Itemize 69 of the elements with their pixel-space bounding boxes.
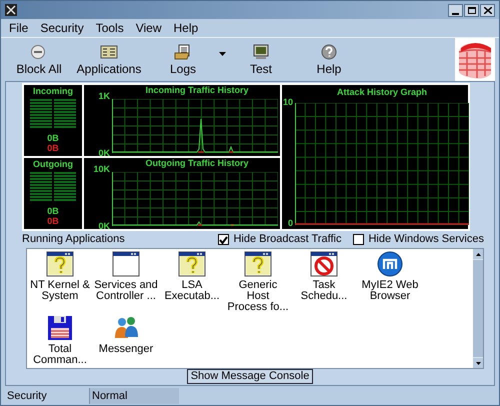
window-icon <box>112 251 140 277</box>
maximize-button[interactable] <box>464 4 479 16</box>
checkbox[interactable] <box>218 234 230 245</box>
status-label: Security <box>7 388 48 404</box>
caret-icon <box>219 52 226 56</box>
app-item[interactable]: MyIE2 Web Browser <box>357 251 423 313</box>
people-icon <box>112 315 140 341</box>
question-window-icon <box>244 251 272 277</box>
help-icon <box>320 44 338 60</box>
firewall-logo <box>455 38 495 82</box>
monitor-icon <box>252 44 270 60</box>
app-item[interactable]: Total Comman... <box>27 315 93 366</box>
checkbox[interactable] <box>353 234 364 245</box>
app-item[interactable]: Generic Host Process fo... <box>225 251 291 313</box>
axis-label: 10 <box>282 97 293 107</box>
meter-label: Incoming <box>33 86 73 96</box>
toolbar-button[interactable]: Block All <box>7 44 71 76</box>
sent-value: 0B <box>47 143 59 153</box>
received-value: 0B <box>47 206 59 216</box>
toolbar-button[interactable]: Applications <box>71 44 147 76</box>
axis-label: 0K <box>97 221 110 231</box>
app-item[interactable]: Task Schedu... <box>291 251 357 313</box>
axis-label: 0K <box>97 148 110 158</box>
menu-item[interactable]: Help <box>174 19 198 37</box>
scroll-down-button[interactable] <box>473 358 483 368</box>
question-window-icon <box>178 251 206 277</box>
toolbar-button[interactable]: Help <box>286 44 372 76</box>
axis-label: 0 <box>286 218 293 228</box>
grid-panel-icon <box>100 44 118 60</box>
toolbar-button[interactable]: Logs <box>147 44 219 76</box>
menu-item[interactable]: Tools <box>96 19 124 37</box>
chart-title: Outgoing Traffic History <box>144 158 250 168</box>
app-item[interactable]: Messenger <box>93 315 159 366</box>
status-value: Normal <box>89 388 179 404</box>
menu-item[interactable]: File <box>9 19 28 37</box>
app-item[interactable]: NT Kernel & System <box>27 251 93 313</box>
prohibited-window-icon <box>310 251 338 277</box>
app-item[interactable]: LSA Executab... <box>159 251 225 313</box>
maximize-icon <box>468 6 476 14</box>
browser-logo-icon <box>376 251 404 277</box>
axis-label: 1K <box>97 91 110 101</box>
circle-minus-icon <box>30 44 48 60</box>
chart-title: Incoming Traffic History <box>144 85 250 95</box>
toolbar-button[interactable]: Test <box>236 44 286 76</box>
up-arrow-icon <box>476 252 480 256</box>
section-title: Running Applications <box>22 232 126 248</box>
checkbox-label[interactable]: Hide Windows Services <box>368 231 484 248</box>
app-icon <box>5 4 17 16</box>
minimize-button[interactable] <box>448 4 463 16</box>
scroll-up-button[interactable] <box>473 249 483 259</box>
minimize-icon <box>452 12 459 16</box>
axis-label: 10K <box>92 164 110 174</box>
checkbox-label[interactable]: Hide Broadcast Traffic <box>233 231 342 248</box>
sent-value: 0B <box>47 216 59 226</box>
level-meter-drawing <box>30 172 76 202</box>
scrollbar[interactable] <box>473 249 483 368</box>
show-console-button[interactable]: Show Message Console <box>186 369 314 384</box>
question-window-icon <box>46 251 74 277</box>
document-stack-icon <box>174 44 192 60</box>
chart-title: Attack History Graph <box>336 87 428 97</box>
close-icon <box>484 6 492 14</box>
menu-item[interactable]: Security <box>40 19 84 37</box>
app-item[interactable]: Services and Controller ... <box>93 251 159 313</box>
level-meter-drawing <box>30 99 76 129</box>
menu-item[interactable]: View <box>136 19 162 37</box>
close-button[interactable] <box>480 4 495 16</box>
meter-label: Outgoing <box>33 159 73 169</box>
down-arrow-icon <box>476 362 480 364</box>
received-value: 0B <box>47 133 59 143</box>
